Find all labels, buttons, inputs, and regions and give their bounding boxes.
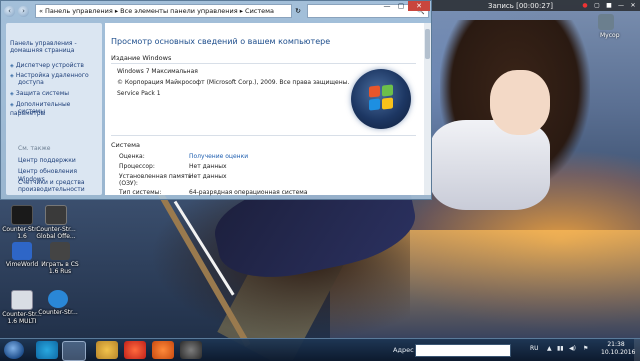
desktop-icon-label: Counter-Str... Global Offe... — [36, 226, 76, 240]
desktop-icon-counter-strike-fav[interactable]: Counter-Str... — [36, 290, 80, 317]
sidebar-item-advanced-settings-line2[interactable]: системы — [18, 108, 45, 116]
back-button[interactable]: ‹ — [4, 5, 15, 17]
scrollbar-thumb[interactable] — [425, 29, 430, 59]
control-panel-taskbar-button[interactable] — [62, 341, 86, 361]
yandex-browser-taskbar-icon[interactable] — [124, 341, 146, 359]
address-bar[interactable]: « Панель управления ▸ Все элементы панел… — [35, 4, 292, 18]
system-type-value: 64-разрядная операционная система — [189, 189, 308, 196]
system-clock[interactable]: 21:38 10.10.2016 — [601, 341, 636, 356]
sidebar: Панель управления - домашняя страница Ди… — [6, 23, 102, 195]
recording-title: Запись [00:00:27] — [488, 1, 554, 10]
sidebar-item-device-manager[interactable]: Диспетчер устройств — [10, 62, 84, 71]
tray-flag-icon[interactable]: ⚑ — [583, 345, 588, 352]
forward-button[interactable]: › — [18, 5, 29, 17]
desktop-icon-label: VimeWorld — [5, 261, 39, 268]
recycle-bin-icon[interactable] — [598, 14, 614, 30]
recycle-bin-label: Мусор — [600, 32, 620, 39]
edition-name: Windows 7 Максимальная — [117, 68, 198, 75]
close-recorder-icon[interactable]: ✕ — [628, 1, 638, 10]
system-info-panel: Просмотр основных сведений о вашем компь… — [105, 23, 425, 196]
skype-taskbar-icon[interactable] — [36, 341, 58, 359]
address-path: « Панель управления ▸ Все элементы панел… — [39, 7, 275, 15]
desktop-icon-label: Играть в CS 1.6 Rus — [41, 261, 79, 275]
system-type-label: Тип системы: — [119, 189, 162, 196]
sidebar-item-performance-line2[interactable]: производительности — [18, 186, 85, 194]
page-title: Просмотр основных сведений о вашем компь… — [111, 37, 331, 46]
vimeworld-icon — [12, 242, 32, 260]
desktop-icon-counter-strike-go[interactable]: Counter-Str... Global Offe... — [34, 205, 78, 240]
sidebar-item-remote-settings-line2[interactable]: доступа — [18, 79, 44, 87]
refresh-icon[interactable]: ↻ — [293, 5, 303, 17]
tray-network-icon[interactable]: ▮▮ — [557, 345, 564, 352]
memory-label: Установленная память — [119, 173, 192, 180]
window-controls: — ▢ ✕ — [380, 1, 430, 11]
minimize-button[interactable]: — — [380, 1, 394, 11]
media-player-taskbar-icon[interactable] — [152, 341, 174, 359]
system-heading: Система — [111, 141, 141, 149]
memory-value: Нет данных — [189, 173, 227, 180]
rating-label: Оценка: — [119, 153, 145, 160]
sidebar-item-action-center[interactable]: Центр поддержки — [18, 157, 76, 165]
wallpaper-character-face — [490, 70, 550, 135]
processor-value: Нет данных — [189, 163, 227, 170]
taskbar-address-input[interactable] — [415, 344, 511, 357]
recording-toolbar: Запись [00:00:27] ● ▢ ■ — ✕ — [432, 0, 640, 11]
divider — [111, 63, 416, 64]
taskbar: Адрес RU ▲ ▮▮ ◀) ⚑ 21:38 10.10.2016 — [0, 338, 640, 361]
recording-buttons: ● ▢ ■ — ✕ — [580, 1, 638, 10]
explorer-taskbar-icon[interactable] — [96, 341, 118, 359]
sidebar-home-link-line2[interactable]: домашняя страница — [10, 47, 74, 55]
see-also-heading: См. также — [18, 145, 51, 152]
tray-volume-icon[interactable]: ◀) — [569, 345, 576, 352]
navigation-bar: ‹ › « Панель управления ▸ Все элементы п… — [1, 1, 433, 21]
windows-logo-icon — [351, 69, 411, 129]
close-button[interactable]: ✕ — [408, 1, 430, 11]
counter-strike-icon — [11, 205, 33, 225]
calculator-icon — [11, 290, 33, 310]
start-button[interactable] — [4, 341, 24, 359]
language-indicator[interactable]: RU — [530, 345, 539, 352]
system-window: ‹ › « Панель управления ▸ Все элементы п… — [0, 0, 432, 200]
desktop-icon-label: Counter-Str... — [38, 309, 78, 316]
clock-date: 10.10.2016 — [601, 348, 636, 356]
record-icon[interactable]: ● — [580, 1, 590, 10]
cs-rus-icon — [50, 242, 70, 260]
memory-label-line2: (ОЗУ): — [119, 180, 138, 187]
csgo-icon — [45, 205, 67, 225]
screenshot-icon[interactable]: ▢ — [592, 1, 602, 10]
copyright-text: © Корпорация Майкрософт (Microsoft Corp.… — [117, 79, 350, 86]
processor-label: Процессор: — [119, 163, 155, 170]
clock-time: 21:38 — [607, 341, 625, 348]
sidebar-item-system-protection[interactable]: Защита системы — [10, 90, 69, 99]
rating-link[interactable]: Получение оценки — [189, 153, 248, 160]
show-desktop-button[interactable] — [634, 339, 640, 361]
wallpaper-character-body — [430, 120, 550, 210]
edition-heading: Издание Windows — [111, 54, 172, 62]
game-icon — [48, 290, 68, 308]
recorder-taskbar-icon[interactable] — [180, 341, 202, 359]
tray-arrow-icon[interactable]: ▲ — [547, 345, 552, 352]
minimize-recorder-icon[interactable]: — — [616, 1, 626, 10]
divider — [111, 135, 416, 136]
service-pack: Service Pack 1 — [117, 90, 161, 97]
taskbar-address-label: Адрес — [393, 346, 414, 354]
desktop-icon-igrat-v-cs[interactable]: Играть в CS 1.6 Rus — [38, 242, 82, 275]
maximize-button[interactable]: ▢ — [394, 1, 408, 11]
stop-icon[interactable]: ■ — [604, 1, 614, 10]
